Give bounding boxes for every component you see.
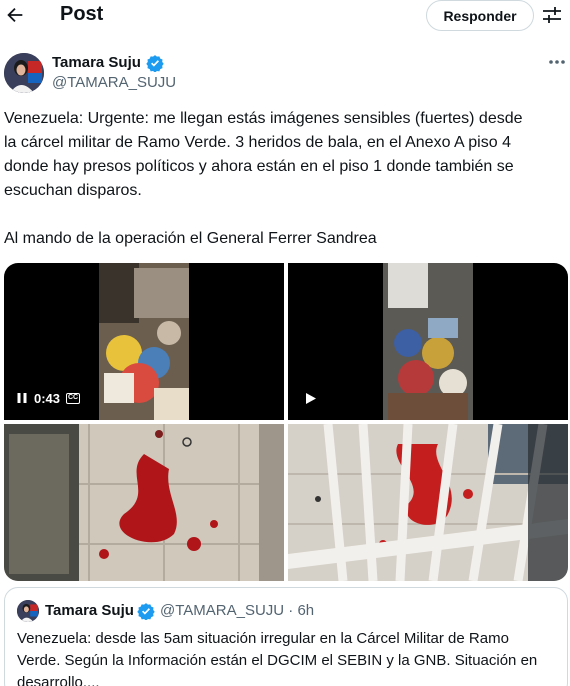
play-icon[interactable]	[305, 392, 317, 405]
top-bar: Post Responder	[0, 0, 570, 32]
quote-avatar-image	[17, 600, 39, 622]
avatar-image	[4, 53, 44, 93]
video-controls: 0:43 CC	[16, 387, 81, 409]
verified-badge-icon	[146, 55, 164, 72]
video-time: 0:43	[34, 390, 61, 406]
video-1[interactable]: 0:43 CC	[4, 263, 284, 420]
quote-avatar	[17, 600, 39, 622]
quote-author-name: Tamara Suju	[45, 602, 134, 619]
closed-captions-icon[interactable]: CC	[66, 392, 81, 404]
author-handle[interactable]: @TAMARA_SUJU	[52, 74, 176, 91]
quoted-tweet[interactable]: Tamara Suju @TAMARA_SUJU · 6h Venezuela:…	[4, 587, 568, 686]
page-title: Post	[60, 3, 104, 25]
tweet-line: Venezuela: Urgente: me llegan estás imág…	[4, 110, 523, 127]
more-options-icon[interactable]	[548, 59, 566, 65]
author-header: Tamara Suju @TAMARA_SUJU	[4, 53, 566, 93]
tweet-line: Al mando de la operación el General Ferr…	[4, 230, 377, 247]
tweet-line: donde hay presos políticos y ahora están…	[4, 158, 514, 175]
author-name[interactable]: Tamara Suju	[52, 54, 141, 71]
quote-line: Venezuela: desde las 5am situación irreg…	[17, 630, 509, 647]
avatar[interactable]	[4, 53, 44, 93]
quote-text: Venezuela: desde las 5am situación irreg…	[17, 628, 557, 686]
media-grid: 0:43 CC	[4, 263, 568, 581]
image-3-content	[4, 424, 284, 581]
tweet-line: escuchan disparos.	[4, 182, 142, 199]
quote-line: Verde. Según la Información están el DGC…	[17, 652, 538, 669]
video-2-frame	[383, 263, 473, 420]
image-cell-bars[interactable]	[288, 424, 568, 581]
quote-line: desarrollo....	[17, 674, 100, 686]
image-blood-floor[interactable]	[4, 424, 284, 581]
tweet-line: la cárcel militar de Ramo Verde. 3 herid…	[4, 134, 511, 151]
video-2[interactable]	[288, 263, 568, 420]
reply-button[interactable]: Responder	[426, 0, 534, 31]
pause-icon[interactable]	[16, 392, 28, 404]
quote-handle-time: @TAMARA_SUJU · 6h	[160, 602, 315, 619]
tweet-text: Venezuela: Urgente: me llegan estás imág…	[4, 107, 564, 251]
back-arrow-icon[interactable]	[4, 4, 26, 26]
verified-badge-icon	[137, 603, 155, 620]
settings-sliders-icon[interactable]	[541, 5, 563, 25]
image-4-content	[288, 424, 568, 581]
